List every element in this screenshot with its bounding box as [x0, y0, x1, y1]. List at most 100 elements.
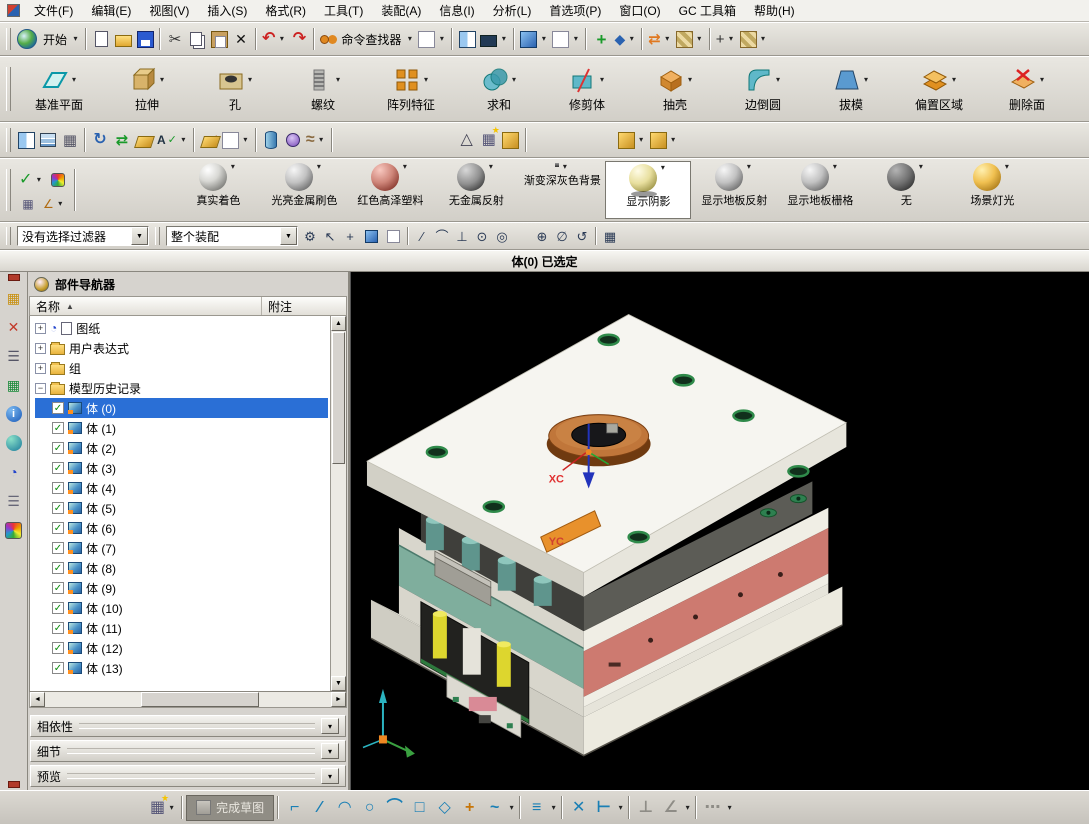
dropdown-caret[interactable]: ▾ — [158, 76, 167, 84]
tree-item-groups[interactable]: + 组 — [35, 358, 328, 378]
table-button[interactable]: ▦ — [59, 127, 81, 153]
snap-midpoint-button[interactable]: ⊙ — [472, 226, 492, 246]
tree-item-drawing[interactable]: + ◔ 图纸 — [35, 318, 328, 338]
render-red-plastic-button[interactable]: ▾ 红色高泽塑料 — [347, 161, 433, 219]
dropdown-caret[interactable]: ▾ — [241, 136, 250, 144]
menu-insert[interactable]: 插入(S) — [198, 0, 256, 21]
save-button[interactable] — [134, 26, 156, 52]
view-window-button[interactable] — [15, 127, 37, 153]
panel-expand-button[interactable]: ▾ — [321, 718, 339, 734]
move-component-button[interactable]: + — [590, 26, 612, 52]
start-button[interactable]: 开始 ▾ — [39, 26, 82, 52]
dropdown-caret[interactable]: ▾ — [774, 76, 783, 84]
command-finder-button[interactable]: 命令查找器 ▾ — [318, 26, 416, 52]
resource-bar-handle[interactable] — [7, 781, 20, 788]
redo-button[interactable]: ↷ — [288, 26, 310, 52]
scroll-down-button[interactable]: ▼ — [331, 676, 346, 691]
checkbox-icon[interactable]: ✓ — [52, 542, 64, 554]
process-studio-tab[interactable]: ☰ — [2, 489, 26, 513]
snap-rotate-button[interactable]: ↺ — [572, 226, 592, 246]
dropdown-caret[interactable]: ▾ — [759, 35, 768, 43]
delete-button[interactable]: ✕ — [230, 26, 252, 52]
dropdown-arrow[interactable]: ▼ — [280, 227, 297, 245]
expand-icon[interactable]: + — [35, 322, 46, 334]
dropdown-caret[interactable]: ▾ — [571, 35, 580, 43]
resource-bar-handle[interactable] — [7, 274, 20, 281]
offset-region-button[interactable]: ▾ 偏置区域 — [895, 65, 983, 113]
display-mode-button[interactable]: ▾ — [478, 26, 510, 52]
snap-line-button[interactable]: ∕ — [412, 226, 432, 246]
dropdown-caret[interactable]: ▾ — [598, 76, 607, 84]
menu-preferences[interactable]: 首选项(P) — [540, 0, 610, 21]
menu-gc-toolbox[interactable]: GC 工具箱 — [670, 0, 745, 21]
crosshair-button[interactable]: + ▾ — [714, 26, 738, 52]
tree-item-body-6[interactable]: ✓ 体 (6) — [35, 518, 328, 538]
point-button[interactable]: + — [457, 795, 482, 820]
dropdown-caret[interactable]: ▾ — [228, 163, 237, 171]
history-tab[interactable]: ◔ — [2, 460, 26, 484]
snap-quadrant-button[interactable]: ⊕ — [532, 226, 552, 246]
arc-button[interactable]: ◠ — [332, 795, 357, 820]
dropdown-arrow[interactable]: ▼ — [131, 227, 148, 245]
measure-button[interactable]: ▾ — [674, 26, 706, 52]
horizontal-scrollbar[interactable]: ◄ ► — [29, 692, 347, 708]
expand-icon[interactable]: + — [35, 342, 46, 354]
offset-curve-button[interactable]: ≡ — [524, 795, 549, 820]
tree-item-user-expressions[interactable]: + 用户表达式 — [35, 338, 328, 358]
datum-gold-button[interactable] — [133, 127, 155, 153]
dropdown-caret[interactable]: ▾ — [179, 136, 188, 144]
render-show-shadow-button[interactable]: ▾ 显示阴影 — [605, 161, 692, 219]
dropdown-caret[interactable]: ▾ — [317, 136, 326, 144]
orient-view-button[interactable]: ↻ — [89, 127, 111, 153]
tree-item-body-5[interactable]: ✓ 体 (5) — [35, 498, 328, 518]
checkbox-icon[interactable]: ✓ — [52, 622, 64, 634]
tree-item-body-13[interactable]: ✓ 体 (13) — [35, 658, 328, 678]
scroll-left-button[interactable]: ◄ — [30, 692, 45, 707]
render-none-button[interactable]: ▾ 无 — [863, 161, 949, 219]
unite-button[interactable]: ▾ 求和 — [455, 65, 543, 113]
gauge-button[interactable]: ▾ — [738, 26, 770, 52]
nx-logo-button[interactable] — [15, 26, 39, 52]
dropdown-caret[interactable]: ▾ — [539, 35, 548, 43]
csys-button[interactable]: ∠ ▾ — [41, 195, 67, 213]
snap-perpendicular-button[interactable]: ⊥ — [452, 226, 472, 246]
selection-filter-dropdown[interactable]: 没有选择过滤器 ▼ — [17, 226, 149, 246]
spring-button[interactable]: ≈ ▾ — [304, 127, 328, 153]
menu-information[interactable]: 信息(I) — [430, 0, 483, 21]
dropdown-caret[interactable]: ▾ — [683, 803, 692, 812]
dropdown-caret[interactable]: ▾ — [400, 163, 409, 171]
draft-button[interactable]: ▾ 拔模 — [807, 65, 895, 113]
render-no-reflection-button[interactable]: ▾ 无金属反射 — [433, 161, 519, 219]
spell-check-button[interactable]: A ✓ ▾ — [155, 127, 190, 153]
profile-button[interactable]: ⌐ — [282, 795, 307, 820]
tree-item-body-11[interactable]: ✓ 体 (11) — [35, 618, 328, 638]
snap-handles-button[interactable]: ⇄ ▾ — [646, 26, 674, 52]
menu-file[interactable]: 文件(F) — [25, 0, 82, 21]
extrude-button[interactable]: ▾ 拉伸 — [103, 65, 191, 113]
window-layout-button[interactable] — [456, 26, 478, 52]
graphics-viewport[interactable]: XC YC — [350, 272, 1089, 790]
dependencies-panel-bar[interactable]: 相依性 ▾ — [30, 715, 346, 737]
layer-settings-button[interactable] — [37, 127, 59, 153]
menu-format[interactable]: 格式(R) — [256, 0, 315, 21]
scroll-right-button[interactable]: ► — [331, 692, 346, 707]
undo-button[interactable]: ↶ ▾ — [260, 26, 288, 52]
dropdown-caret[interactable]: ▾ — [422, 76, 431, 84]
snap-settings-button[interactable]: ⚙ — [300, 226, 320, 246]
more-tools-button[interactable]: ⋯ — [700, 795, 725, 820]
select-pointer-button[interactable]: ↖ — [320, 226, 340, 246]
dropdown-caret[interactable]: ▾ — [246, 76, 255, 84]
arc-3pt-button[interactable]: ⌒ — [382, 795, 407, 820]
datum-plane-button[interactable]: ▾ 基准平面 — [15, 65, 103, 113]
dropdown-caret[interactable]: ▾ — [1038, 76, 1047, 84]
tree-item-body-2[interactable]: ✓ 体 (2) — [35, 438, 328, 458]
checkbox-icon[interactable]: ✓ — [52, 462, 64, 474]
assembly-navigator-tab[interactable]: ▦ — [2, 286, 26, 310]
quick-trim-button[interactable]: ✕ — [566, 795, 591, 820]
sketch-environment-button[interactable]: ▦ ★ ▾ — [148, 793, 178, 821]
select-solid-button[interactable] — [360, 223, 382, 249]
web-browser-tab[interactable] — [2, 431, 26, 455]
menu-tools[interactable]: 工具(T) — [315, 0, 372, 21]
delete-face-button[interactable]: ▾ 删除面 — [983, 65, 1071, 113]
part-navigator-tab[interactable]: ☰ — [2, 344, 26, 368]
